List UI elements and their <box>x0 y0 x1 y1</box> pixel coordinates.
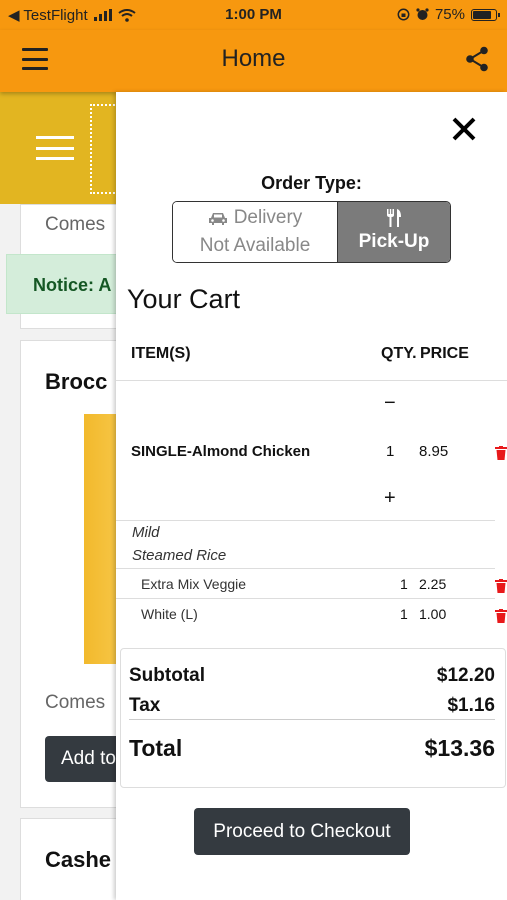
comes-text: Comes <box>45 214 106 235</box>
sub-item-qty: 1 <box>400 576 408 592</box>
menu-item-title[interactable]: Cashe <box>45 847 111 873</box>
alarm-icon <box>416 8 429 20</box>
divider <box>116 380 507 381</box>
add-to-cart-button[interactable]: Add to <box>45 736 125 782</box>
subtotal-label: Subtotal <box>129 665 205 686</box>
item-option: Mild <box>132 524 160 541</box>
utensils-icon <box>387 209 401 227</box>
comes-text: Comes <box>45 692 106 713</box>
sub-item-qty: 1 <box>400 606 408 622</box>
sub-item-price: 1.00 <box>419 606 447 622</box>
cart-item-price: 8.95 <box>419 443 449 460</box>
delivery-option[interactable]: Delivery Not Available <box>173 202 337 262</box>
battery-percent: 75% <box>434 6 465 23</box>
close-icon[interactable] <box>451 116 477 142</box>
banner-menu-icon[interactable] <box>36 136 74 160</box>
tax-label: Tax <box>129 695 161 716</box>
qty-column-header: QTY. <box>381 345 417 362</box>
item-option: Steamed Rice <box>132 547 227 564</box>
total-label: Total <box>129 735 183 761</box>
car-icon <box>208 212 227 225</box>
sub-item-name: Extra Mix Veggie <box>141 576 247 592</box>
order-type-label: Order Type: <box>261 173 362 193</box>
notice-banner: Notice: A <box>6 254 126 314</box>
menu-item-title[interactable]: Brocc <box>45 369 107 395</box>
cart-title: Your Cart <box>127 284 241 314</box>
delivery-label: Delivery <box>233 207 303 228</box>
tax-value: $1.16 <box>447 695 495 716</box>
sub-item-price: 2.25 <box>419 576 447 592</box>
delivery-unavailable-label: Not Available <box>199 235 311 256</box>
share-icon[interactable] <box>465 46 489 72</box>
orientation-lock-icon <box>397 8 410 21</box>
page-title: Home <box>221 45 286 72</box>
proceed-to-checkout-button[interactable]: Proceed to Checkout <box>194 808 410 855</box>
divider <box>129 719 495 720</box>
subtotal-value: $12.20 <box>436 665 495 686</box>
trash-icon[interactable] <box>495 579 507 593</box>
cart-drawer: Order Type: Delivery Not Available Pick-… <box>116 92 507 900</box>
divider <box>116 568 495 569</box>
order-type-toggle: Delivery Not Available Pick-Up <box>172 201 451 263</box>
price-column-header: PRICE <box>420 345 469 362</box>
status-right: 75% <box>397 6 500 23</box>
items-column-header: ITEM(S) <box>131 345 191 362</box>
decrease-quantity-button[interactable]: − <box>384 392 396 415</box>
pickup-label: Pick-Up <box>358 231 430 252</box>
cart-item-qty: 1 <box>386 443 395 460</box>
trash-icon[interactable] <box>495 446 507 460</box>
app-bar: Home <box>0 30 507 92</box>
battery-icon <box>471 8 500 21</box>
cart-item-name: SINGLE-Almond Chicken <box>131 443 311 460</box>
total-value: $13.36 <box>424 735 495 761</box>
increase-quantity-button[interactable]: + <box>384 487 396 510</box>
sub-item-name: White (L) <box>141 606 198 622</box>
divider <box>116 598 495 599</box>
trash-icon[interactable] <box>495 609 507 623</box>
status-bar: ◀ TestFlight 1:00 PM 75% <box>0 0 507 30</box>
totals-box: Subtotal $12.20 Tax $1.16 Total $13.36 <box>120 648 506 788</box>
divider <box>116 520 495 521</box>
pickup-option[interactable]: Pick-Up <box>337 202 450 262</box>
